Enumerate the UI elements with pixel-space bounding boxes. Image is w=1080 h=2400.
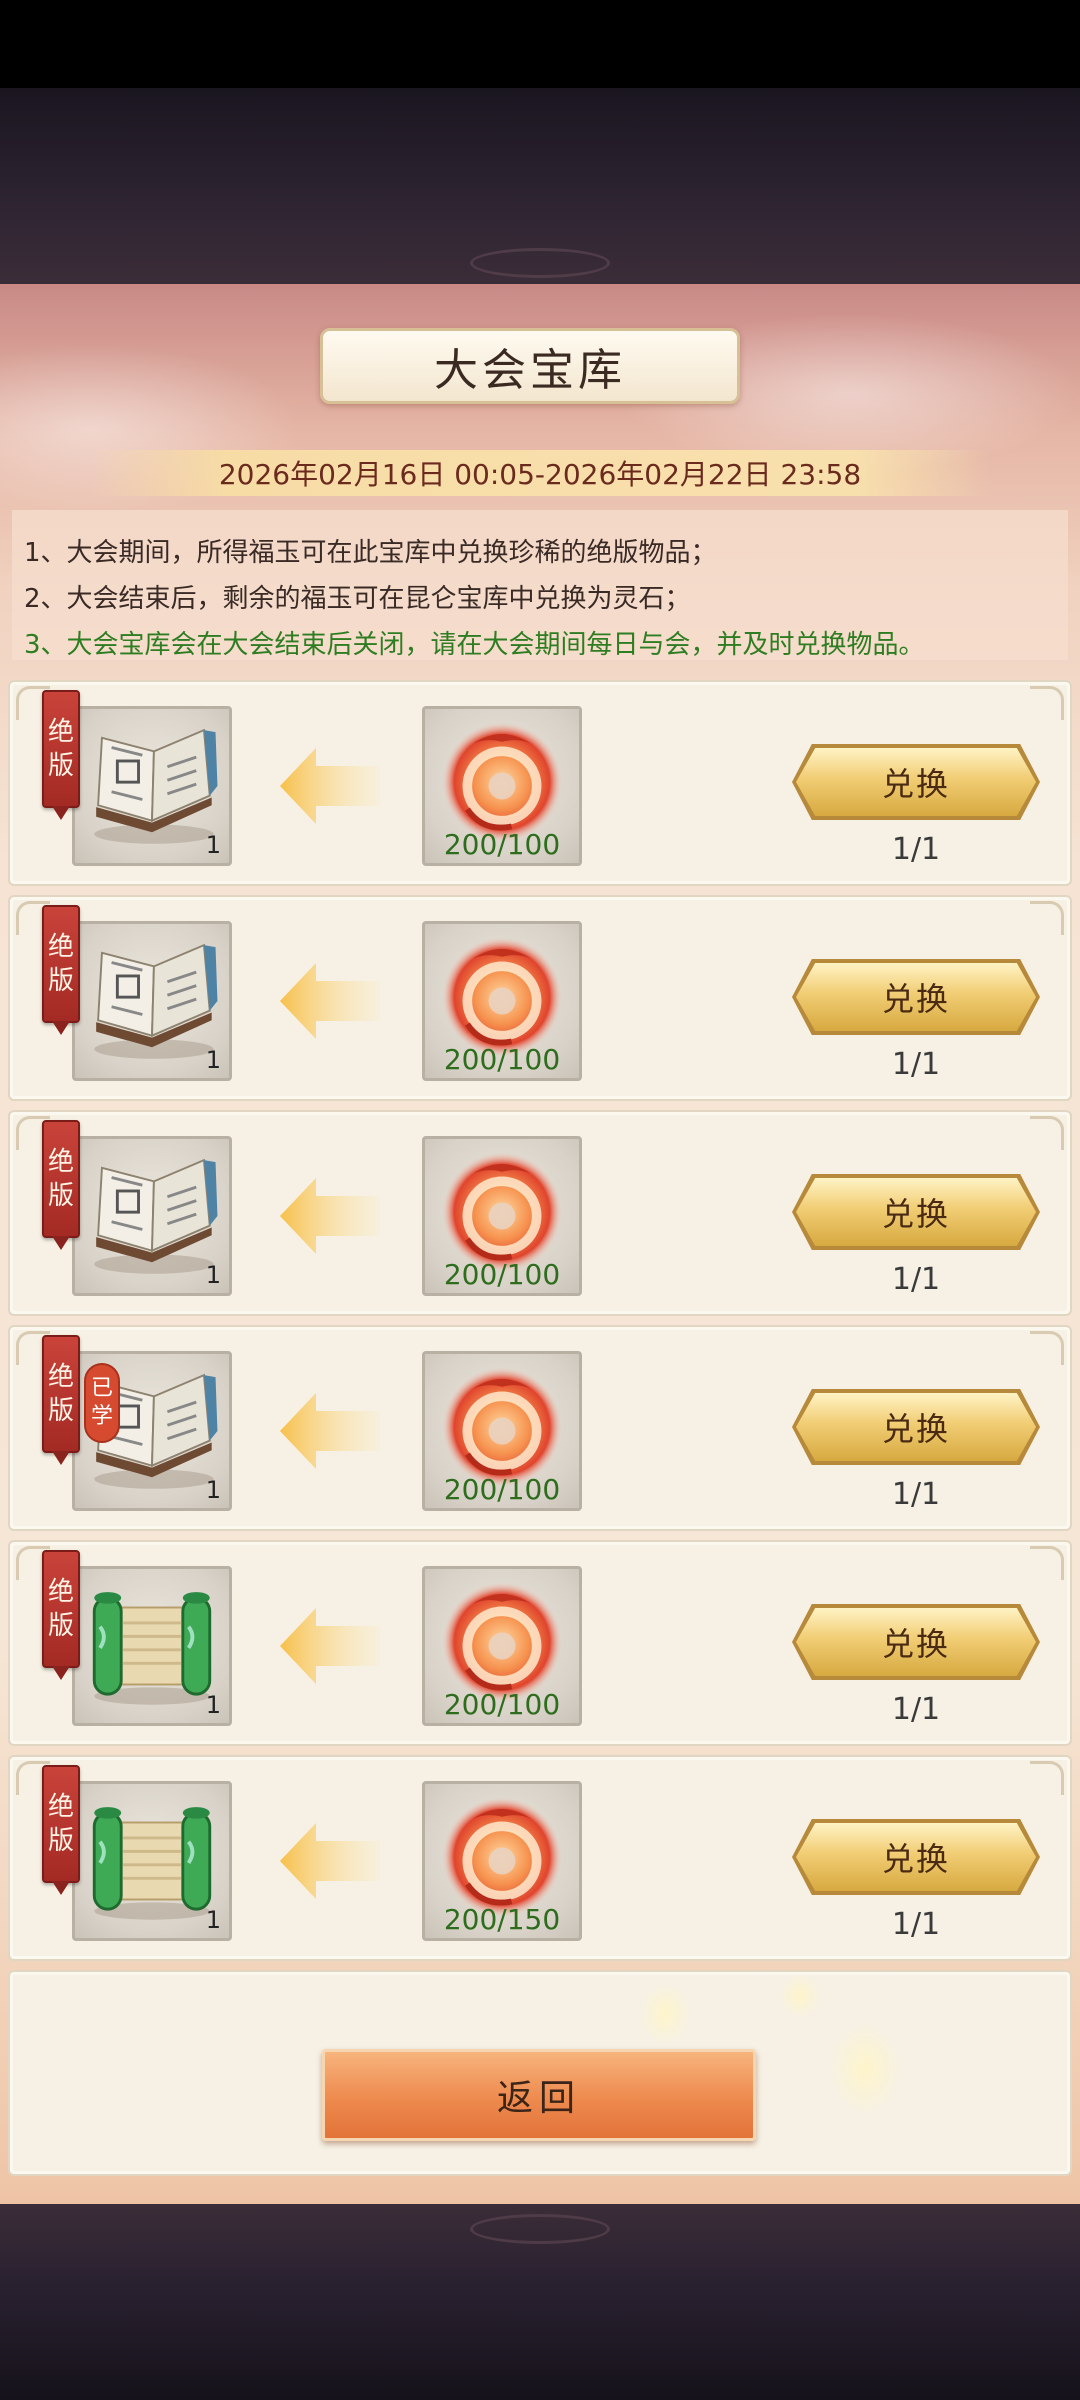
badge-char: 版 bbox=[47, 1396, 74, 1426]
exchange-limit: 1/1 bbox=[891, 1907, 941, 1942]
corner-ornament bbox=[1030, 901, 1064, 935]
cost-ratio: 200/150 bbox=[443, 1903, 561, 1936]
out-of-print-badge: 绝 版 bbox=[42, 905, 80, 1023]
corner-ornament bbox=[1030, 1546, 1064, 1580]
exchange-limit: 1/1 bbox=[891, 832, 941, 867]
date-range-bar: 2026年02月16日 00:05-2026年02月22日 23:58 bbox=[90, 450, 990, 496]
title-plate: 大会宝库 bbox=[320, 328, 740, 404]
item-quantity: 1 bbox=[205, 1906, 221, 1934]
out-of-print-badge: 绝 版 bbox=[42, 1765, 80, 1883]
arrow-left-icon bbox=[280, 748, 380, 824]
exchange-limit: 1/1 bbox=[891, 1047, 941, 1082]
cost-ratio: 200/100 bbox=[443, 1258, 561, 1291]
arrow-left-icon bbox=[280, 1178, 380, 1254]
cost-item-slot[interactable]: 200/100 bbox=[422, 1136, 582, 1296]
out-of-print-badge: 绝 版 bbox=[42, 690, 80, 808]
corner-ornament bbox=[1030, 1116, 1064, 1150]
exchange-button[interactable]: 兑换 bbox=[796, 1178, 1036, 1246]
cost-item-slot[interactable]: 200/100 bbox=[422, 1566, 582, 1726]
cost-ratio: 200/100 bbox=[443, 828, 561, 861]
learned-char: 已 bbox=[90, 1376, 113, 1401]
corner-ornament bbox=[1030, 686, 1064, 720]
reward-item-slot[interactable]: 1 bbox=[72, 706, 232, 866]
date-range: 2026年02月16日 00:05-2026年02月22日 23:58 bbox=[218, 458, 862, 491]
arrow-left-icon bbox=[280, 963, 380, 1039]
exchange-row: 1 绝 版 200/150 兑换 1/1 bbox=[8, 1755, 1072, 1961]
exchange-row: 1 绝 版 200/100 兑换 1/1 bbox=[8, 1540, 1072, 1746]
out-of-print-badge: 绝 版 bbox=[42, 1335, 80, 1453]
learned-tag: 已学 bbox=[84, 1363, 120, 1443]
arrow-left-icon bbox=[280, 1823, 380, 1899]
learned-char: 学 bbox=[90, 1404, 113, 1429]
arrow-left-icon bbox=[280, 1608, 380, 1684]
item-quantity: 1 bbox=[205, 1691, 221, 1719]
lantern-decoration bbox=[830, 2024, 900, 2114]
cost-ratio: 200/100 bbox=[443, 1688, 561, 1721]
item-quantity: 1 bbox=[205, 1476, 221, 1504]
badge-char: 版 bbox=[47, 966, 74, 996]
top-frame bbox=[0, 88, 1080, 284]
rule-line: 2、大会结束后，剩余的福玉可在昆仑宝库中兑换为灵石； bbox=[24, 584, 691, 614]
exchange-list[interactable]: 1 绝 版 200/100 兑换 1/1 1 绝 版 200/100 兑换 1/… bbox=[8, 680, 1072, 2204]
exchange-limit: 1/1 bbox=[891, 1477, 941, 1512]
badge-char: 绝 bbox=[47, 1792, 74, 1822]
badge-char: 绝 bbox=[47, 1577, 74, 1607]
out-of-print-badge: 绝 版 bbox=[42, 1120, 80, 1238]
reward-item-slot[interactable]: 1 bbox=[72, 1136, 232, 1296]
reward-item-slot[interactable]: 1 bbox=[72, 921, 232, 1081]
badge-char: 版 bbox=[47, 751, 74, 781]
exchange-row: 1 绝 版 200/100 兑换 1/1 bbox=[8, 1110, 1072, 1316]
exchange-row: 1 绝 版 已学 200/100 兑换 1/1 bbox=[8, 1325, 1072, 1531]
status-bar bbox=[0, 0, 1080, 88]
exchange-button[interactable]: 兑换 bbox=[796, 1393, 1036, 1461]
badge-char: 版 bbox=[47, 1611, 74, 1641]
badge-char: 绝 bbox=[47, 1147, 74, 1177]
badge-char: 绝 bbox=[47, 717, 74, 747]
badge-char: 版 bbox=[47, 1826, 74, 1856]
exchange-button[interactable]: 兑换 bbox=[796, 963, 1036, 1031]
arrow-left-icon bbox=[280, 1393, 380, 1469]
exchange-button[interactable]: 兑换 bbox=[796, 748, 1036, 816]
cost-item-slot[interactable]: 200/100 bbox=[422, 921, 582, 1081]
out-of-print-badge: 绝 版 bbox=[42, 1550, 80, 1668]
exchange-button[interactable]: 兑换 bbox=[796, 1608, 1036, 1676]
exchange-row: 1 绝 版 200/100 兑换 1/1 bbox=[8, 895, 1072, 1101]
badge-char: 版 bbox=[47, 1181, 74, 1211]
corner-ornament bbox=[1030, 1331, 1064, 1365]
item-quantity: 1 bbox=[205, 1261, 221, 1289]
rule-line-highlight: 3、大会宝库会在大会结束后关闭，请在大会期间每日与会，并及时兑换物品。 bbox=[24, 630, 925, 660]
lantern-decoration bbox=[640, 1984, 690, 2044]
reward-item-slot[interactable]: 1 bbox=[72, 1566, 232, 1726]
cost-ratio: 200/100 bbox=[443, 1473, 561, 1506]
exchange-row: 1 绝 版 200/100 兑换 1/1 bbox=[8, 680, 1072, 886]
cost-ratio: 200/100 bbox=[443, 1043, 561, 1076]
lantern-decoration bbox=[780, 1974, 820, 2018]
exchange-button[interactable]: 兑换 bbox=[796, 1823, 1036, 1891]
badge-char: 绝 bbox=[47, 932, 74, 962]
back-button[interactable]: 返回 bbox=[322, 2049, 756, 2141]
rule-line: 1、大会期间，所得福玉可在此宝库中兑换珍稀的绝版物品； bbox=[24, 538, 717, 568]
exchange-limit: 1/1 bbox=[891, 1262, 941, 1297]
reward-item-slot[interactable]: 1 bbox=[72, 1781, 232, 1941]
ornament bbox=[470, 2214, 610, 2244]
treasury-panel: 大会宝库 2026年02月16日 00:05-2026年02月22日 23:58… bbox=[0, 284, 1080, 2204]
corner-ornament bbox=[1030, 1761, 1064, 1795]
badge-char: 绝 bbox=[47, 1362, 74, 1392]
item-quantity: 1 bbox=[205, 831, 221, 859]
cost-item-slot[interactable]: 200/150 bbox=[422, 1781, 582, 1941]
ornament bbox=[470, 248, 610, 278]
page-title: 大会宝库 bbox=[434, 345, 626, 396]
cost-item-slot[interactable]: 200/100 bbox=[422, 1351, 582, 1511]
bottom-frame bbox=[0, 2204, 1080, 2400]
item-quantity: 1 bbox=[205, 1046, 221, 1074]
rules-box: 1、大会期间，所得福玉可在此宝库中兑换珍稀的绝版物品； 2、大会结束后，剩余的福… bbox=[12, 510, 1068, 660]
exchange-limit: 1/1 bbox=[891, 1692, 941, 1727]
cost-item-slot[interactable]: 200/100 bbox=[422, 706, 582, 866]
